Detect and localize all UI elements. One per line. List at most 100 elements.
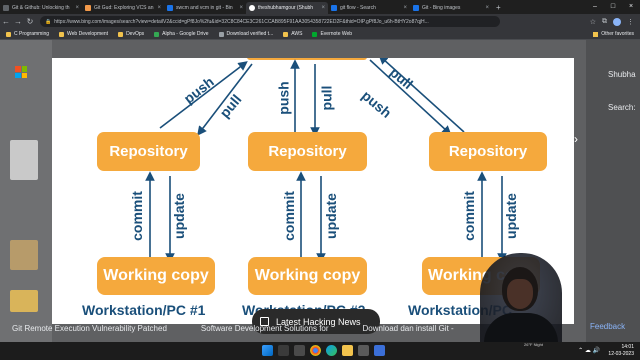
close-icon[interactable]: × xyxy=(75,5,79,11)
store-icon[interactable] xyxy=(358,345,369,356)
maximize-icon[interactable]: □ xyxy=(604,0,622,14)
bookmark-label: C Programming xyxy=(14,31,50,37)
pull-label: pull xyxy=(318,85,335,111)
close-icon[interactable]: × xyxy=(239,5,243,11)
extensions-icon[interactable]: ⧉ xyxy=(602,18,607,26)
tab-title: git flow - Search xyxy=(340,5,376,11)
task-view-icon[interactable] xyxy=(294,345,305,356)
windows-taskbar: ⌃ ☁ 🔊 14:01 12-03-2023 xyxy=(0,342,640,360)
toolbar-icons: ☆ ⧉ ⋮ xyxy=(590,17,640,26)
related-result-link[interactable]: Download dan install Git - xyxy=(363,324,454,333)
bookmark-item[interactable]: Download verified t... xyxy=(218,31,273,37)
bookmark-label: DevOps xyxy=(126,31,145,37)
back-icon[interactable]: ← xyxy=(0,17,12,26)
address-bar[interactable]: 🔒 https://www.bing.com/images/search?vie… xyxy=(40,16,500,27)
central-repository-edge xyxy=(247,58,367,60)
browser-tab[interactable]: Git - Bing images × xyxy=(410,2,492,14)
bing-sidebar-dimmed xyxy=(0,40,52,342)
folder-icon xyxy=(6,31,11,37)
related-results: Git Remote Execution Vulnerability Patch… xyxy=(12,324,454,333)
new-tab-icon[interactable]: + xyxy=(492,2,505,14)
commit-label: commit xyxy=(128,191,145,241)
file-explorer-icon[interactable] xyxy=(342,345,353,356)
tab-favicon-icon xyxy=(3,5,9,11)
browser-tab-active[interactable]: theshubhamgour (Shubh × xyxy=(246,2,328,14)
tab-favicon-icon xyxy=(85,5,91,11)
commit-label: commit xyxy=(460,191,477,241)
browser-tab[interactable]: swcm and vcm in git - Bin × xyxy=(164,2,246,14)
folder-icon xyxy=(59,31,65,37)
star-icon[interactable]: ☆ xyxy=(590,18,596,26)
repository-box: Repository xyxy=(97,132,200,171)
profile-avatar[interactable] xyxy=(613,17,621,26)
chevron-right-icon[interactable]: › xyxy=(574,132,578,146)
start-icon[interactable] xyxy=(262,345,273,356)
tab-title: Git & Github: Unlocking th xyxy=(12,5,70,11)
reload-icon[interactable]: ↻ xyxy=(24,17,36,26)
update-label: update xyxy=(502,193,519,239)
tab-title: theshubhamgour (Shubh xyxy=(258,5,314,11)
github-favicon-icon xyxy=(249,5,255,11)
close-icon[interactable]: × xyxy=(485,5,489,11)
browser-tab[interactable]: git flow - Search × xyxy=(328,2,410,14)
bing-favicon-icon xyxy=(167,5,173,11)
chrome-icon[interactable] xyxy=(310,345,321,356)
taskbar-icons xyxy=(262,345,385,356)
push-label: push xyxy=(275,81,292,115)
menu-icon[interactable]: ⋮ xyxy=(627,18,634,26)
bookmark-label: Alpha - Google Drive xyxy=(162,31,209,37)
bookmark-label: Evernote Web xyxy=(320,31,353,37)
bing-favicon-icon xyxy=(331,5,337,11)
search-icon[interactable] xyxy=(278,345,289,356)
edge-icon[interactable] xyxy=(326,345,337,356)
forward-icon[interactable]: → xyxy=(12,17,24,26)
repository-box: Repository xyxy=(248,132,367,171)
webcam-overlay xyxy=(480,253,562,349)
address-url: https://www.bing.com/images/search?view=… xyxy=(54,18,429,25)
result-thumbnail[interactable] xyxy=(10,140,38,180)
working-copy-box: Working copy xyxy=(97,257,215,295)
bookmark-item[interactable]: Web Development xyxy=(59,31,108,37)
minimize-icon[interactable]: – xyxy=(586,0,604,14)
drive-icon xyxy=(154,31,160,37)
bookmark-item[interactable]: DevOps xyxy=(118,31,144,37)
close-icon[interactable]: × xyxy=(403,5,407,11)
close-icon[interactable]: × xyxy=(321,5,325,11)
tray-icons[interactable]: ⌃ ☁ 🔊 xyxy=(578,347,600,354)
search-label: Search: xyxy=(608,103,636,112)
related-result-link[interactable]: Software Development Solutions for xyxy=(201,324,329,333)
tab-strip: Git & Github: Unlocking th × Git Gud: Ex… xyxy=(0,0,640,14)
workstation-label: Workstation/PC #1 xyxy=(82,302,206,318)
close-icon[interactable]: × xyxy=(157,5,161,11)
browser-tab[interactable]: Git & Github: Unlocking th × xyxy=(0,2,82,14)
bookmark-label: Web Development xyxy=(67,31,109,37)
related-result-link[interactable]: Git Remote Execution Vulnerability Patch… xyxy=(12,324,167,333)
microsoft-logo-icon xyxy=(15,66,27,78)
browser-tab[interactable]: Git Gud: Exploring VCS an × xyxy=(82,2,164,14)
profile-name[interactable]: Shubha xyxy=(608,70,636,79)
bookmark-item[interactable]: AWS xyxy=(283,31,302,37)
tab-title: swcm and vcm in git - Bin xyxy=(176,5,233,11)
folder-icon xyxy=(283,31,289,37)
lock-icon: 🔒 xyxy=(45,18,52,25)
feedback-link[interactable]: Feedback xyxy=(590,322,625,331)
result-thumbnail[interactable] xyxy=(10,290,38,312)
close-window-icon[interactable]: × xyxy=(622,0,640,14)
window-controls: – □ × xyxy=(586,0,640,14)
other-favorites[interactable]: Other favorites xyxy=(593,31,634,37)
tab-title: Git - Bing images xyxy=(422,5,461,11)
clock-time: 14:01 xyxy=(621,344,634,350)
bookmark-item[interactable]: Evernote Web xyxy=(312,31,352,37)
working-copy-box: Working copy xyxy=(248,257,367,295)
result-thumbnail[interactable] xyxy=(10,240,38,270)
app-icon[interactable] xyxy=(374,345,385,356)
bookmarks-bar: C Programming Web Development DevOps Alp… xyxy=(0,29,640,40)
folder-icon xyxy=(593,31,599,37)
bookmark-item[interactable]: Alpha - Google Drive xyxy=(154,31,209,37)
tab-title: Git Gud: Exploring VCS an xyxy=(94,5,154,11)
evernote-icon xyxy=(312,31,318,37)
browser-toolbar: ← → ↻ 🔒 https://www.bing.com/images/sear… xyxy=(0,14,640,29)
bookmark-label: AWS xyxy=(291,31,303,37)
system-clock[interactable]: 14:01 12-03-2023 xyxy=(608,344,634,358)
bookmark-item[interactable]: C Programming xyxy=(6,31,49,37)
